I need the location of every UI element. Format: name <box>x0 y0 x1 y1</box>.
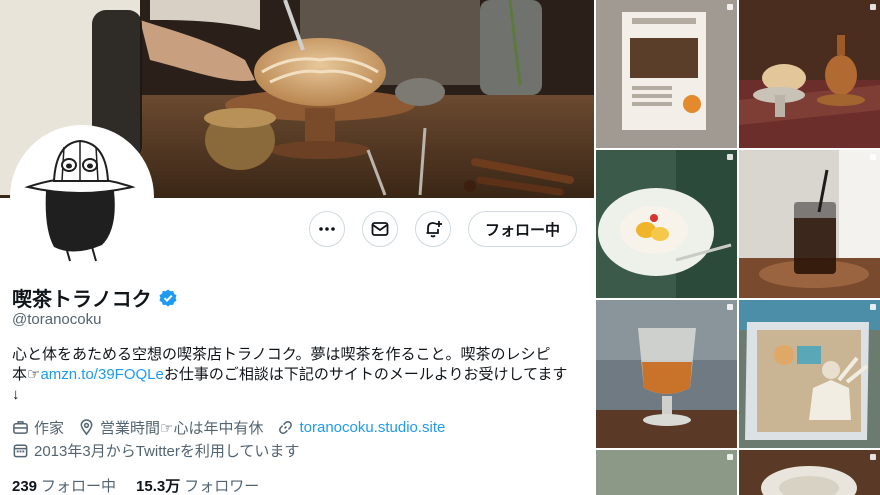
profile-stats: 239 フォロー中 15.3万 フォロワー <box>12 475 259 495</box>
meta-job-text: 作家 <box>34 419 65 437</box>
media-badge <box>727 454 733 460</box>
profile-actions: フォロー中 <box>308 211 577 247</box>
meta-row: 作家 営業時間☞心は年中有休 toranocoku.studio.site <box>12 417 587 437</box>
mail-icon <box>371 222 389 236</box>
media-tile[interactable] <box>739 150 880 298</box>
meta-location: 営業時間☞心は年中有休 <box>78 417 263 438</box>
calendar-icon <box>13 444 28 457</box>
meta-row: 2013年3月からTwitterを利用しています <box>12 440 587 460</box>
verified-icon <box>159 289 177 306</box>
media-tile[interactable] <box>739 450 880 495</box>
media-badge <box>727 304 733 310</box>
briefcase-icon <box>13 420 28 434</box>
bio-text: お仕事のご相談は下記のサイトのメールよりお受けしてます <box>163 366 568 383</box>
meta-location-text: 営業時間☞心は年中有休 <box>100 419 264 437</box>
meta-website[interactable]: toranocoku.studio.site <box>277 419 445 436</box>
media-grid <box>594 0 880 495</box>
bio-line: 本☞amzn.to/39FOQLeお仕事のご相談は下記のサイトのメールよりお受け… <box>12 365 582 385</box>
media-tile[interactable] <box>739 0 880 148</box>
display-name: 喫茶トラノコク <box>12 289 152 311</box>
bell-plus-icon <box>426 221 442 238</box>
media-badge <box>727 154 733 160</box>
profile-panel: フォロー中 喫茶トラノコク @toranocoku 心と体をあためる空想の喫茶店… <box>0 0 594 495</box>
bio-link[interactable]: amzn.to/39FOQLe <box>40 366 163 383</box>
followers-label: フォロワー <box>184 478 260 495</box>
following-stat[interactable]: 239 フォロー中 <box>12 475 116 495</box>
media-badge <box>870 154 876 160</box>
meta-joined-text: 2013年3月からTwitterを利用しています <box>34 442 300 460</box>
name-row: 喫茶トラノコク <box>12 283 178 312</box>
media-tile[interactable] <box>596 0 737 148</box>
avatar[interactable] <box>10 125 154 269</box>
media-tile[interactable] <box>596 450 737 495</box>
more-icon <box>319 227 335 231</box>
more-button[interactable] <box>308 211 345 247</box>
following-label: フォロー中 <box>41 478 117 495</box>
followers-stat[interactable]: 15.3万 フォロワー <box>136 475 259 495</box>
location-icon <box>80 418 93 435</box>
media-tile[interactable] <box>596 300 737 448</box>
bio-line: ↓ <box>12 386 20 403</box>
meta-job: 作家 <box>12 417 64 438</box>
following-button[interactable]: フォロー中 <box>467 211 577 247</box>
handle: @toranocoku <box>12 311 102 328</box>
media-badge <box>870 4 876 10</box>
bio-line: 心と体をあためる空想の喫茶店トラノコク。夢は喫茶を作ること。喫茶のレシピ <box>12 346 551 363</box>
media-badge <box>727 4 733 10</box>
notify-button[interactable] <box>414 211 451 247</box>
website-link[interactable]: toranocoku.studio.site <box>299 419 445 436</box>
media-badge <box>870 454 876 460</box>
media-badge <box>870 304 876 310</box>
media-tile[interactable] <box>739 300 880 448</box>
bio: 心と体をあためる空想の喫茶店トラノコク。夢は喫茶を作ること。喫茶のレシピ 本☞a… <box>12 345 582 405</box>
link-icon <box>279 420 293 434</box>
message-button[interactable] <box>361 211 398 247</box>
following-count: 239 <box>12 478 38 495</box>
bio-text: 本☞ <box>12 366 41 383</box>
media-tile[interactable] <box>596 150 737 298</box>
followers-count: 15.3万 <box>136 478 181 495</box>
profile-meta: 作家 営業時間☞心は年中有休 toranocoku.studio.site 20… <box>12 417 587 463</box>
meta-joined: 2013年3月からTwitterを利用しています <box>12 440 299 461</box>
